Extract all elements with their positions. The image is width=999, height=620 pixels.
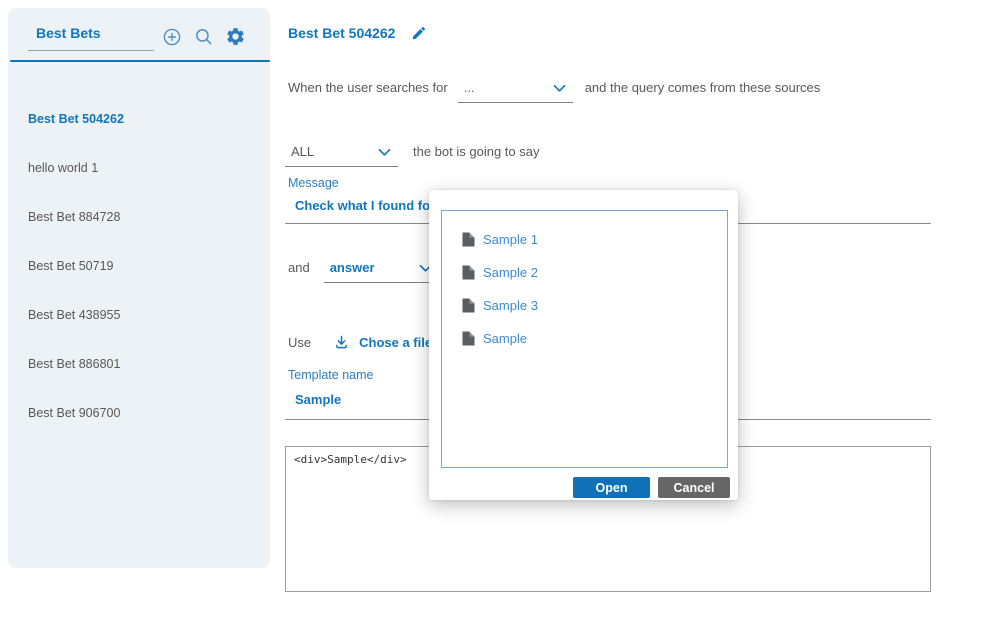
file-item-sample-2[interactable]: Sample 2: [442, 256, 727, 289]
open-button[interactable]: Open: [573, 477, 650, 498]
cancel-button[interactable]: Cancel: [658, 477, 730, 498]
sources-dropdown-value: ALL: [291, 144, 314, 159]
file-item-sample-1[interactable]: Sample 1: [442, 223, 727, 256]
search-icon: [194, 27, 213, 46]
edit-title-button[interactable]: [410, 24, 428, 42]
page-title: Best Bet 504262: [288, 25, 395, 41]
search-terms-dropdown[interactable]: ...: [458, 80, 573, 103]
list-item-best-bet-438955[interactable]: Best Bet 438955: [8, 290, 270, 339]
download-icon: [334, 334, 349, 350]
sources-dropdown[interactable]: ALL: [285, 144, 398, 167]
pencil-edit-icon: [411, 25, 427, 41]
search-terms-row: When the user searches for ... and the q…: [288, 80, 820, 103]
chevron-down-icon: [378, 144, 391, 157]
sources-row: ALL the bot is going to say: [285, 144, 539, 167]
sidebar-toolbar: [161, 25, 246, 47]
template-name-label: Template name: [288, 368, 373, 382]
document-icon: [462, 232, 475, 247]
answer-row-prefix: and: [288, 260, 310, 275]
search-row-suffix: and the query comes from these sources: [585, 80, 821, 95]
list-item-hello-world-1[interactable]: hello world 1: [8, 143, 270, 192]
list-item-best-bet-884728[interactable]: Best Bet 884728: [8, 192, 270, 241]
sidebar-title: Best Bets: [28, 25, 154, 51]
answer-row: and answer: [288, 260, 439, 283]
app-window: Best Bets: [0, 0, 999, 620]
search-button[interactable]: [193, 26, 214, 47]
file-item-label: Sample 1: [483, 232, 538, 247]
settings-gear-icon: [225, 26, 246, 47]
file-item-label: Sample: [483, 331, 527, 346]
list-item-best-bet-504262[interactable]: Best Bet 504262: [8, 94, 270, 143]
template-name-field[interactable]: Sample: [295, 392, 341, 407]
document-icon: [462, 331, 475, 346]
file-picker-dialog: Sample 1 Sample 2 Sample 3 Sample: [429, 190, 738, 500]
search-terms-dropdown-value: ...: [464, 80, 475, 95]
list-item-best-bet-906700[interactable]: Best Bet 906700: [8, 388, 270, 437]
list-item-best-bet-50719[interactable]: Best Bet 50719: [8, 241, 270, 290]
file-item-label: Sample 3: [483, 298, 538, 313]
file-item-sample[interactable]: Sample: [442, 322, 727, 355]
dialog-buttons: Open Cancel: [573, 477, 730, 498]
file-item-label: Sample 2: [483, 265, 538, 280]
list-item-best-bet-886801[interactable]: Best Bet 886801: [8, 339, 270, 388]
settings-button[interactable]: [225, 26, 246, 47]
choose-file-prefix: Use: [288, 335, 311, 350]
document-icon: [462, 265, 475, 280]
message-field[interactable]: Check what I found for y: [295, 198, 446, 213]
file-item-sample-3[interactable]: Sample 3: [442, 289, 727, 322]
choose-file-row: Use Chose a file...: [288, 334, 443, 350]
page-title-row: Best Bet 504262: [288, 24, 428, 42]
answer-dropdown[interactable]: answer: [324, 260, 439, 283]
file-list: Sample 1 Sample 2 Sample 3 Sample: [441, 210, 728, 468]
best-bets-sidebar: Best Bets: [8, 8, 270, 568]
add-icon: [162, 27, 182, 47]
best-bets-list: Best Bet 504262 hello world 1 Best Bet 8…: [8, 70, 270, 437]
search-row-prefix: When the user searches for: [288, 80, 448, 95]
sidebar-header: Best Bets: [28, 25, 246, 51]
add-button[interactable]: [161, 26, 182, 47]
document-icon: [462, 298, 475, 313]
sidebar-divider: [10, 60, 270, 62]
sources-row-suffix: the bot is going to say: [413, 144, 539, 159]
answer-dropdown-value: answer: [330, 260, 375, 275]
message-label: Message: [288, 176, 339, 190]
chevron-down-icon: [553, 80, 566, 93]
